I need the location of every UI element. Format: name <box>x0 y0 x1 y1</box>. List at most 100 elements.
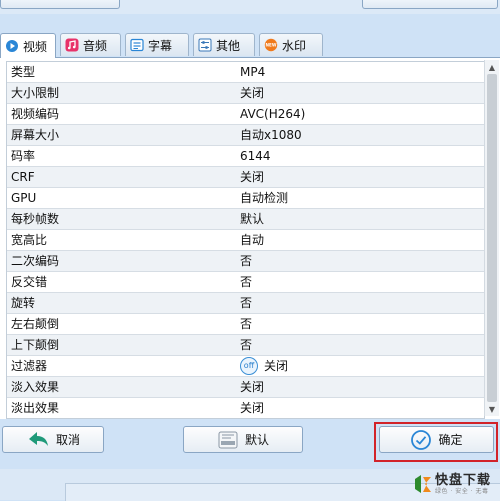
property-name: 屏幕大小 <box>7 125 241 146</box>
settings-icon <box>198 38 212 52</box>
property-value[interactable]: 关闭 <box>237 167 484 188</box>
property-row[interactable]: GPU 自动检测 <box>7 188 484 209</box>
property-row[interactable]: 视频编码 AVC(H264) <box>7 104 484 125</box>
tab-bar: 视频 音频 字幕 其他 NEW 水印 <box>0 33 500 58</box>
property-row[interactable]: 宽高比 自动 <box>7 230 484 251</box>
music-icon <box>65 38 79 52</box>
property-row[interactable]: 类型 MP4 <box>7 62 484 83</box>
property-value[interactable]: 默认 <box>237 209 484 230</box>
property-row[interactable]: 旋转否 <box>7 293 484 314</box>
top-left-button[interactable] <box>0 0 120 9</box>
property-name: 类型 <box>7 62 241 83</box>
property-value[interactable]: 自动检测 <box>237 188 484 209</box>
default-button[interactable]: 默认 <box>183 426 303 453</box>
property-value-text: 否 <box>240 317 253 331</box>
property-row[interactable]: 每秒帧数 默认 <box>7 209 484 230</box>
video-settings-panel: 类型 MP4 大小限制 关闭 视频编码 AVC(H264) 屏幕大小 自动x1080 码率 614… <box>0 57 500 420</box>
tab-watermark-label: 水印 <box>282 38 307 53</box>
property-value-text: 关闭 <box>240 170 265 184</box>
top-right-button[interactable] <box>362 0 498 9</box>
property-name: 码率 <box>7 146 241 167</box>
property-value-text: 否 <box>240 338 253 352</box>
property-name: 过滤器 <box>7 356 241 377</box>
property-value[interactable]: 自动x1080 <box>237 125 484 146</box>
property-value-text: 自动 <box>240 233 265 247</box>
property-row[interactable]: 大小限制 关闭 <box>7 83 484 104</box>
cancel-button[interactable]: 取消 <box>2 426 104 453</box>
scroll-up-icon[interactable]: ▲ <box>485 61 499 73</box>
subtitle-icon <box>130 38 144 52</box>
top-toolbar-edge <box>0 0 500 14</box>
property-value[interactable]: AVC(H264) <box>237 104 484 125</box>
property-row[interactable]: 淡入效果 关闭 <box>7 377 484 398</box>
property-value[interactable]: 关闭 <box>237 377 484 398</box>
property-name: 淡出效果 <box>7 398 241 418</box>
property-value[interactable]: off 关闭 <box>237 356 484 377</box>
property-grid: 类型 MP4 大小限制 关闭 视频编码 AVC(H264) 屏幕大小 自动x1080 码率 614… <box>6 61 485 419</box>
property-value-text: 关闭 <box>240 86 265 100</box>
property-value[interactable]: 6144 <box>237 146 484 167</box>
property-value-text: 6144 <box>240 149 271 163</box>
property-row[interactable]: 上下颠倒否 <box>7 335 484 356</box>
property-name: 二次编码 <box>7 251 241 272</box>
property-name: 视频编码 <box>7 104 241 125</box>
property-value-text: MP4 <box>240 65 266 79</box>
off-toggle-icon[interactable]: off <box>240 357 258 375</box>
watermark-icon: NEW <box>264 38 278 52</box>
video-icon <box>5 39 19 53</box>
property-row[interactable]: CRF 关闭 <box>7 167 484 188</box>
tab-audio[interactable]: 音频 <box>60 33 121 56</box>
svg-text:NEW: NEW <box>266 43 277 48</box>
property-value-text: 关闭 <box>240 380 265 394</box>
tab-video[interactable]: 视频 <box>0 33 56 58</box>
cancel-button-label: 取消 <box>55 433 80 447</box>
property-value-text: 否 <box>240 254 253 268</box>
confirm-highlight-box <box>374 422 498 462</box>
property-value[interactable]: 自动 <box>237 230 484 251</box>
logo-tagline-text: 绿色 · 安全 · 无毒 <box>435 487 489 495</box>
property-value-text: 否 <box>240 275 253 289</box>
tab-subtitle[interactable]: 字幕 <box>125 33 189 56</box>
property-name: 淡入效果 <box>7 377 241 398</box>
property-name: 反交错 <box>7 272 241 293</box>
property-name: 宽高比 <box>7 230 241 251</box>
property-name: 每秒帧数 <box>7 209 241 230</box>
property-row[interactable]: 左右颠倒否 <box>7 314 484 335</box>
property-name: 上下颠倒 <box>7 335 241 356</box>
property-value-text: 自动检测 <box>240 191 289 205</box>
tab-video-label: 视频 <box>23 39 48 54</box>
tab-other-label: 其他 <box>216 38 241 53</box>
tab-audio-label: 音频 <box>83 38 108 53</box>
property-value[interactable]: 否 <box>237 314 484 335</box>
property-row[interactable]: 反交错否 <box>7 272 484 293</box>
property-value-text: 默认 <box>240 212 265 226</box>
logo-brand-text: 快盘下载 <box>435 472 492 488</box>
property-value[interactable]: 否 <box>237 251 484 272</box>
property-name: 旋转 <box>7 293 241 314</box>
property-value-text: 否 <box>240 296 253 310</box>
property-value[interactable]: 否 <box>237 272 484 293</box>
property-name: GPU <box>7 188 241 209</box>
property-value[interactable]: 否 <box>237 293 484 314</box>
property-row[interactable]: 淡出效果 关闭 <box>7 398 484 418</box>
site-watermark-logo: 快盘下载 绿色 · 安全 · 无毒 <box>413 470 499 498</box>
default-button-label: 默认 <box>244 433 269 447</box>
property-value[interactable]: MP4 <box>237 62 484 83</box>
property-value[interactable]: 关闭 <box>237 83 484 104</box>
property-row[interactable]: 码率 6144 <box>7 146 484 167</box>
vertical-scrollbar[interactable]: ▲ ▼ <box>484 60 499 416</box>
property-name: 大小限制 <box>7 83 241 104</box>
property-name: 左右颠倒 <box>7 314 241 335</box>
default-icon <box>217 430 239 450</box>
property-value[interactable]: 关闭 <box>237 398 484 418</box>
property-row[interactable]: 过滤器 off 关闭 <box>7 356 484 377</box>
property-value-text: 关闭 <box>264 359 289 373</box>
property-row[interactable]: 屏幕大小 自动x1080 <box>7 125 484 146</box>
scroll-down-icon[interactable]: ▼ <box>485 403 499 415</box>
tab-other[interactable]: 其他 <box>193 33 255 56</box>
tab-watermark[interactable]: NEW 水印 <box>259 33 323 56</box>
property-value[interactable]: 否 <box>237 335 484 356</box>
property-value-text: 自动x1080 <box>240 128 302 142</box>
property-row[interactable]: 二次编码否 <box>7 251 484 272</box>
scrollbar-thumb[interactable] <box>487 74 497 402</box>
